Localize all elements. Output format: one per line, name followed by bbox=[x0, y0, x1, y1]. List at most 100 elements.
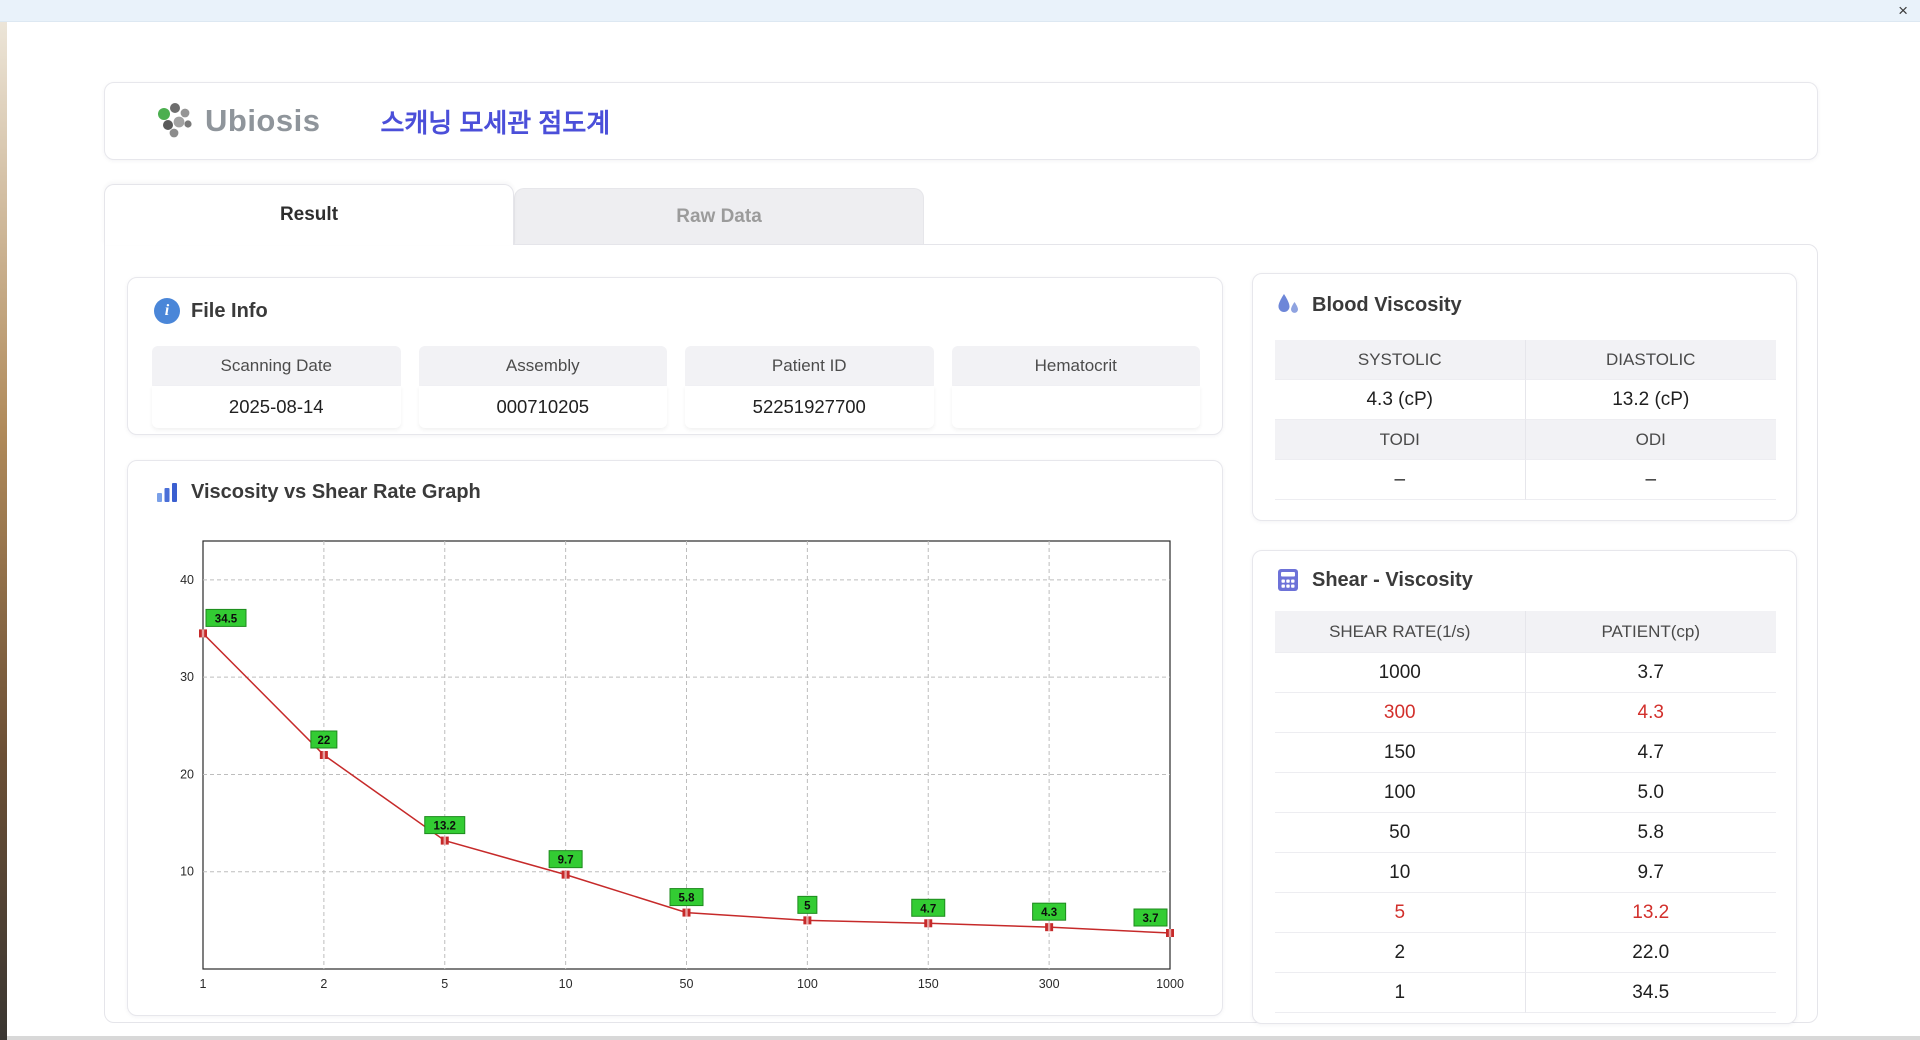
cell-patient: 34.5 bbox=[1525, 973, 1776, 1013]
cell-shear: 5 bbox=[1275, 893, 1526, 933]
result-panel: i File Info Scanning Date 2025-08-14 Ass… bbox=[104, 244, 1818, 1024]
cell-shear: 300 bbox=[1275, 693, 1526, 733]
file-info-title: File Info bbox=[191, 299, 268, 322]
svg-text:10: 10 bbox=[180, 865, 194, 879]
bar-chart-icon bbox=[157, 483, 177, 502]
svg-text:22: 22 bbox=[317, 735, 330, 747]
table-row: 1 34.5 bbox=[1275, 973, 1776, 1013]
svg-text:4.7: 4.7 bbox=[920, 903, 936, 915]
field-patient-id: Patient ID 52251927700 bbox=[685, 346, 934, 428]
bv-header-diastolic: DIASTOLIC bbox=[1525, 340, 1776, 380]
svg-text:5: 5 bbox=[441, 977, 448, 991]
bv-header-todi: TODI bbox=[1275, 420, 1526, 460]
svg-text:150: 150 bbox=[918, 977, 939, 991]
cell-shear: 1000 bbox=[1275, 653, 1526, 693]
info-icon: i bbox=[154, 298, 180, 324]
field-value: 2025-08-14 bbox=[152, 386, 401, 428]
svg-text:1000: 1000 bbox=[1156, 977, 1184, 991]
table-row: 150 4.7 bbox=[1275, 733, 1776, 773]
field-label: Assembly bbox=[418, 346, 667, 386]
svg-text:2: 2 bbox=[320, 977, 327, 991]
table-row: 5 13.2 bbox=[1275, 893, 1776, 933]
cell-patient: 5.0 bbox=[1525, 773, 1776, 813]
header-card: Ubiosis 스캐닝 모세관 점도계 bbox=[104, 82, 1818, 160]
bv-value-odi: – bbox=[1525, 460, 1776, 500]
droplets-icon bbox=[1278, 294, 1298, 313]
svg-text:20: 20 bbox=[180, 767, 194, 781]
table-row: 100 5.0 bbox=[1275, 773, 1776, 813]
bv-header-odi: ODI bbox=[1525, 420, 1776, 460]
desktop-background-edge bbox=[0, 22, 7, 1040]
file-info-title-row: i File Info bbox=[154, 298, 268, 324]
field-scanning-date: Scanning Date 2025-08-14 bbox=[152, 346, 401, 428]
field-label: Patient ID bbox=[685, 346, 934, 386]
cell-shear: 1 bbox=[1275, 973, 1526, 1013]
bv-header-systolic: SYSTOLIC bbox=[1275, 340, 1526, 380]
table-row: 2 22.0 bbox=[1275, 933, 1776, 973]
cell-patient: 13.2 bbox=[1525, 893, 1776, 933]
table-header-row: SHEAR RATE(1/s) PATIENT(cp) bbox=[1275, 611, 1776, 653]
logo-dots-icon bbox=[158, 103, 192, 138]
cell-patient: 5.8 bbox=[1525, 813, 1776, 853]
table-row: 50 5.8 bbox=[1275, 813, 1776, 853]
cell-patient: 22.0 bbox=[1525, 933, 1776, 973]
ubiosis-logo: Ubiosis bbox=[153, 100, 320, 142]
cell-patient: 4.7 bbox=[1525, 733, 1776, 773]
close-icon[interactable]: × bbox=[1898, 0, 1908, 22]
blood-viscosity-card: Blood Viscosity SYSTOLIC DIASTOLIC 4.3 (… bbox=[1252, 273, 1797, 521]
graph-title: Viscosity vs Shear Rate Graph bbox=[191, 480, 481, 503]
svg-text:5: 5 bbox=[804, 900, 811, 912]
graph-title-row: Viscosity vs Shear Rate Graph bbox=[154, 479, 481, 505]
cell-shear: 100 bbox=[1275, 773, 1526, 813]
logo-text: Ubiosis bbox=[205, 103, 321, 138]
field-label: Hematocrit bbox=[951, 346, 1200, 386]
svg-text:3.7: 3.7 bbox=[1143, 913, 1159, 925]
shear-viscosity-title-row: Shear - Viscosity bbox=[1275, 567, 1473, 593]
bv-value-todi: – bbox=[1275, 460, 1526, 500]
shear-viscosity-title: Shear - Viscosity bbox=[1312, 568, 1473, 591]
svg-text:50: 50 bbox=[680, 977, 694, 991]
column-header-patient: PATIENT(cp) bbox=[1525, 611, 1776, 653]
window-bottom-edge bbox=[7, 1036, 1920, 1040]
svg-text:13.2: 13.2 bbox=[434, 821, 456, 833]
cell-shear: 10 bbox=[1275, 853, 1526, 893]
column-header-shear-rate: SHEAR RATE(1/s) bbox=[1275, 611, 1526, 653]
bv-value-systolic: 4.3 (cP) bbox=[1275, 380, 1526, 420]
svg-text:1: 1 bbox=[200, 977, 207, 991]
svg-text:34.5: 34.5 bbox=[215, 613, 238, 625]
blood-viscosity-title-row: Blood Viscosity bbox=[1275, 292, 1462, 318]
cell-patient: 9.7 bbox=[1525, 853, 1776, 893]
shear-viscosity-table: SHEAR RATE(1/s) PATIENT(cp) 1000 3.7 300… bbox=[1275, 611, 1776, 1013]
svg-text:30: 30 bbox=[180, 670, 194, 684]
field-assembly: Assembly 000710205 bbox=[418, 346, 667, 428]
file-info-fields: Scanning Date 2025-08-14 Assembly 000710… bbox=[152, 346, 1200, 428]
bv-value-diastolic: 13.2 (cP) bbox=[1525, 380, 1776, 420]
svg-text:5.8: 5.8 bbox=[679, 893, 696, 905]
field-value: 52251927700 bbox=[685, 386, 934, 428]
blood-viscosity-grid: SYSTOLIC DIASTOLIC 4.3 (cP) 13.2 (cP) TO… bbox=[1275, 340, 1776, 500]
file-info-card: i File Info Scanning Date 2025-08-14 Ass… bbox=[127, 277, 1223, 435]
cell-shear: 2 bbox=[1275, 933, 1526, 973]
cell-patient: 4.3 bbox=[1525, 693, 1776, 733]
field-value: 000710205 bbox=[418, 386, 667, 428]
svg-text:10: 10 bbox=[559, 977, 573, 991]
shear-viscosity-card: Shear - Viscosity SHEAR RATE(1/s) PATIEN… bbox=[1252, 550, 1797, 1024]
calculator-icon bbox=[1278, 569, 1298, 591]
viscosity-shear-chart: 10 20 30 40 1 2 5 10 50 100 150 300 1000 34.5 22 13.2 9.… bbox=[180, 540, 1184, 991]
tab-result[interactable]: Result bbox=[104, 184, 514, 245]
window-titlebar: × bbox=[0, 0, 1920, 22]
field-hematocrit: Hematocrit bbox=[951, 346, 1200, 428]
table-row: 1000 3.7 bbox=[1275, 653, 1776, 693]
svg-text:9.7: 9.7 bbox=[558, 855, 574, 867]
field-label: Scanning Date bbox=[152, 346, 401, 386]
svg-text:100: 100 bbox=[797, 977, 818, 991]
tab-raw-data[interactable]: Raw Data bbox=[514, 188, 924, 244]
table-row: 10 9.7 bbox=[1275, 853, 1776, 893]
svg-text:300: 300 bbox=[1039, 977, 1060, 991]
cell-shear: 50 bbox=[1275, 813, 1526, 853]
cell-shear: 150 bbox=[1275, 733, 1526, 773]
viscosity-graph-card: Viscosity vs Shear Rate Graph 10 20 30 40 1 2… bbox=[127, 460, 1223, 1016]
cell-patient: 3.7 bbox=[1525, 653, 1776, 693]
blood-viscosity-title: Blood Viscosity bbox=[1312, 293, 1462, 316]
page-title: 스캐닝 모세관 점도계 bbox=[380, 107, 611, 138]
